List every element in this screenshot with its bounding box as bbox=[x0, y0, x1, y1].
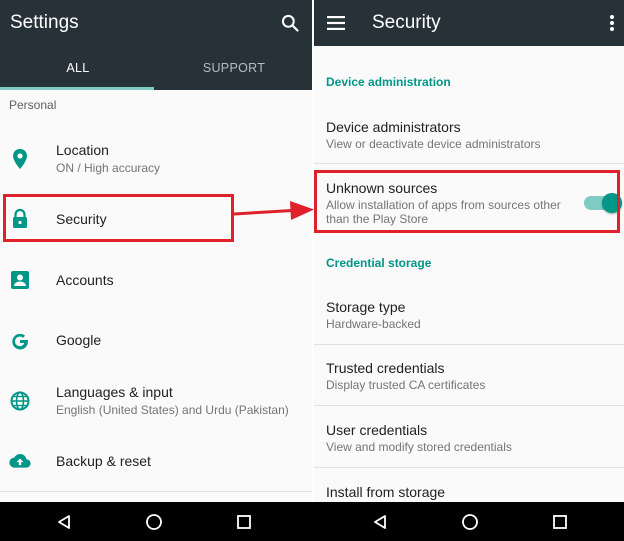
settings-tabs: ALL SUPPORT bbox=[0, 46, 312, 90]
list-divider bbox=[314, 467, 624, 468]
settings-title: Settings bbox=[10, 12, 79, 33]
list-divider bbox=[0, 491, 312, 492]
account-box-icon bbox=[8, 268, 32, 292]
settings-item-accounts[interactable]: Accounts bbox=[0, 252, 312, 308]
security-app-bar: Security bbox=[314, 0, 624, 46]
security-item-title: Device administrators bbox=[326, 119, 461, 135]
tab-support[interactable]: SUPPORT bbox=[156, 46, 312, 90]
security-item-subtitle: View or deactivate device administrators bbox=[326, 137, 541, 151]
settings-screen: Settings ALL SUPPORT Personal Location O… bbox=[0, 0, 312, 502]
settings-item-title: Backup & reset bbox=[56, 452, 151, 469]
security-item-device-administrators[interactable]: Device administrators View or deactivate… bbox=[314, 110, 624, 162]
globe-icon bbox=[8, 389, 32, 413]
search-icon[interactable] bbox=[278, 11, 302, 35]
security-item-subtitle: View and modify stored credentials bbox=[326, 440, 512, 454]
settings-item-subtitle: ON / High accuracy bbox=[56, 161, 161, 175]
category-device-administration: Device administration bbox=[326, 75, 451, 89]
settings-item-title: Google bbox=[56, 331, 102, 348]
security-item-title: User credentials bbox=[326, 422, 428, 438]
settings-item-backup[interactable]: Backup & reset bbox=[0, 433, 312, 489]
back-icon[interactable] bbox=[369, 511, 391, 533]
security-item-install-from-storage[interactable]: Install from storage bbox=[314, 476, 624, 502]
red-arrow-icon bbox=[233, 201, 314, 220]
recents-icon[interactable] bbox=[233, 511, 255, 533]
security-highlight-box bbox=[3, 194, 234, 242]
security-item-title: Storage type bbox=[326, 299, 406, 315]
security-screen: Security Device administration Device ad… bbox=[314, 0, 624, 502]
section-label-personal: Personal bbox=[9, 98, 57, 112]
settings-item-title: Location bbox=[56, 142, 109, 158]
settings-item-subtitle: English (United States) and Urdu (Pakist… bbox=[56, 403, 289, 417]
security-item-trusted-credentials[interactable]: Trusted credentials Display trusted CA c… bbox=[314, 352, 624, 404]
home-icon[interactable] bbox=[143, 511, 165, 533]
category-credential-storage: Credential storage bbox=[326, 256, 432, 270]
security-item-subtitle: Hardware-backed bbox=[326, 317, 421, 331]
android-nav-bar bbox=[0, 502, 624, 541]
more-options-icon[interactable] bbox=[606, 11, 618, 35]
back-icon[interactable] bbox=[53, 511, 75, 533]
list-divider bbox=[314, 163, 624, 164]
location-pin-icon bbox=[8, 147, 32, 171]
home-icon[interactable] bbox=[459, 511, 481, 533]
settings-item-location[interactable]: Location ON / High accuracy bbox=[0, 131, 312, 187]
security-item-subtitle: Display trusted CA certificates bbox=[326, 378, 486, 392]
security-item-user-credentials[interactable]: User credentials View and modify stored … bbox=[314, 414, 624, 466]
security-item-storage-type[interactable]: Storage type Hardware-backed bbox=[314, 290, 624, 340]
tab-all[interactable]: ALL bbox=[0, 46, 156, 90]
hamburger-menu-icon[interactable] bbox=[324, 11, 348, 35]
cloud-upload-icon bbox=[8, 449, 32, 473]
settings-item-title: Accounts bbox=[56, 271, 114, 288]
tab-indicator bbox=[0, 87, 154, 90]
settings-item-languages[interactable]: Languages & input English (United States… bbox=[0, 373, 312, 429]
security-title: Security bbox=[372, 12, 441, 33]
unknown-sources-highlight-box bbox=[314, 170, 620, 233]
list-divider bbox=[314, 344, 624, 345]
settings-app-bar: Settings ALL SUPPORT bbox=[0, 0, 312, 90]
security-item-title: Trusted credentials bbox=[326, 360, 445, 376]
settings-item-title: Languages & input bbox=[56, 384, 173, 400]
security-item-title: Install from storage bbox=[326, 484, 446, 500]
recents-icon[interactable] bbox=[549, 511, 571, 533]
list-divider bbox=[314, 405, 624, 406]
settings-item-google[interactable]: Google bbox=[0, 312, 312, 368]
google-g-icon bbox=[8, 328, 32, 352]
